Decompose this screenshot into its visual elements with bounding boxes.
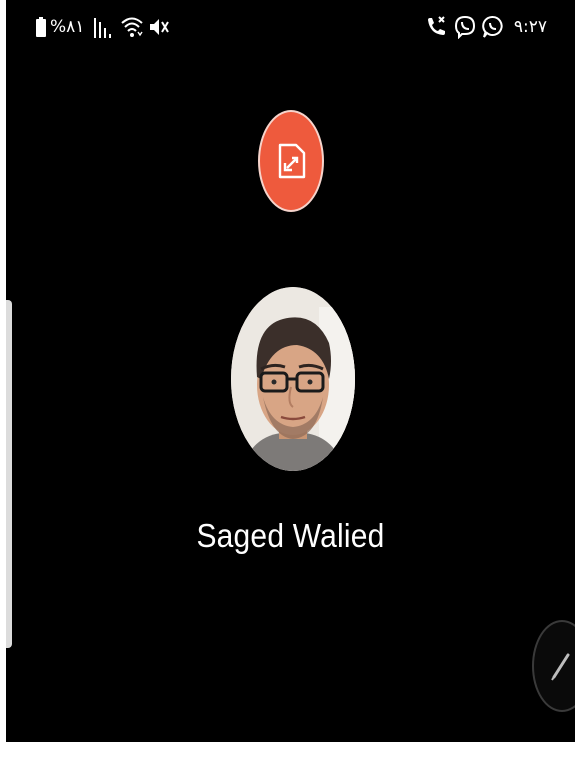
battery-percent: %٨١ xyxy=(50,17,85,37)
call-screen: %٨١ ٩:٢٧ Saged Walied xyxy=(6,0,575,742)
status-bar-right: ٩:٢٧ xyxy=(424,12,547,42)
missed-call-icon xyxy=(424,15,448,39)
battery-icon xyxy=(36,17,46,37)
status-bar-left: %٨١ xyxy=(36,12,170,42)
minimize-call-button[interactable] xyxy=(258,110,324,212)
caller-photo xyxy=(231,287,355,471)
caller-name: Saged Walied xyxy=(196,517,385,555)
edge-panel-handle[interactable] xyxy=(6,300,12,648)
caller-avatar xyxy=(231,287,355,471)
whatsapp-icon xyxy=(482,15,504,39)
status-bar: %٨١ ٩:٢٧ xyxy=(6,0,575,52)
mute-icon xyxy=(148,16,170,38)
minimize-window-icon xyxy=(274,141,308,181)
viber-icon xyxy=(454,15,476,39)
pencil-icon xyxy=(548,649,574,683)
signal-bars-icon xyxy=(94,16,116,38)
bottom-margin xyxy=(0,742,575,758)
clock: ٩:٢٧ xyxy=(513,17,547,37)
wifi-icon xyxy=(120,16,144,38)
edit-button[interactable] xyxy=(532,620,575,712)
